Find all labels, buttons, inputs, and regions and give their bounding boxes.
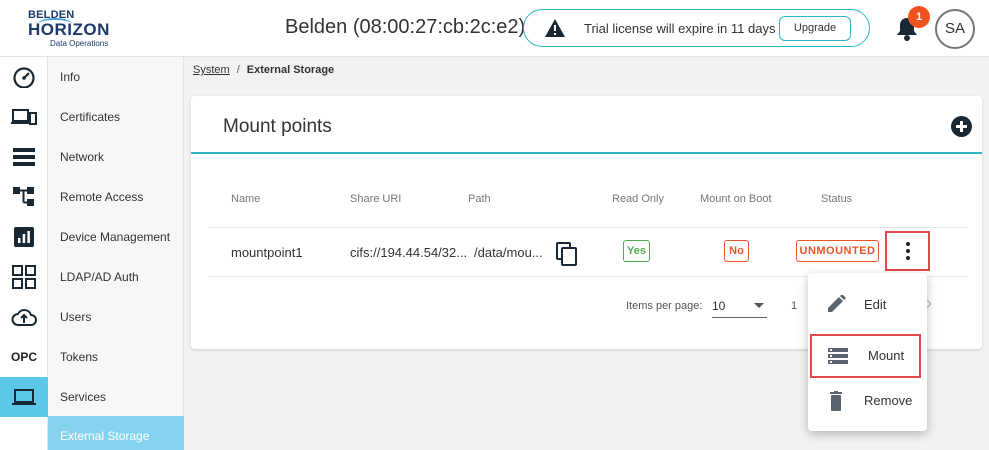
column-header-path[interactable]: Path [468,193,491,205]
cell-path: /data/mou... [474,245,543,260]
belden-horizon-logo[interactable]: BELDEN HORIZON Data Operations [28,8,148,48]
submenu-item-info[interactable]: Info [48,57,184,97]
next-page-chevron-icon[interactable]: › [926,294,936,312]
rail-item-system[interactable] [0,377,48,417]
laptop-icon [12,389,36,405]
top-header: BELDEN HORIZON Data Operations Belden (0… [0,0,989,57]
cell-share-uri: cifs://194.44.54/32... [350,245,468,260]
copy-icon[interactable] [556,242,578,266]
menu-item-remove-label: Remove [864,393,913,408]
cloud-upload-icon [11,309,37,326]
menu-item-remove[interactable]: Remove [808,379,927,423]
devices-icon [11,109,37,125]
trial-license-banner: Trial license will expire in 11 days Upg… [523,9,870,47]
speedometer-icon [13,67,35,88]
submenu-item-tokens[interactable]: Tokens [48,337,184,377]
server-icon [13,148,35,166]
hierarchy-icon [13,187,34,206]
pencil-icon [828,295,846,312]
device-title: Belden (08:00:27:cb:2c:e2) [285,16,526,38]
chevron-down-icon [754,303,764,308]
trial-message: Trial license will expire in 11 days [584,21,776,36]
breadcrumb: System / External Storage [193,64,334,76]
warning-icon [545,19,565,37]
menu-item-edit[interactable]: Edit [808,283,927,327]
column-header-name[interactable]: Name [231,193,260,205]
rail-item-servers[interactable] [0,137,48,177]
add-mount-point-button[interactable] [951,116,972,137]
mount-on-boot-badge: No [724,240,749,262]
items-per-page-value: 10 [712,299,726,313]
items-per-page-select[interactable]: 10 [712,294,767,318]
title-divider [191,152,982,154]
system-submenu: Info Certificates Network Remote Access … [48,57,184,450]
submenu-item-external-storage[interactable]: External Storage [48,416,184,450]
menu-item-mount[interactable]: Mount [810,334,921,378]
bar-chart-icon [14,227,34,247]
kebab-dot [906,256,910,260]
logo-line3: Data Operations [50,39,109,48]
upgrade-button[interactable]: Upgrade [779,16,851,41]
submenu-item-remote-access[interactable]: Remote Access [48,177,184,217]
rail-item-hierarchy[interactable] [0,177,48,217]
row-actions-menu: Edit Mount Remove [808,273,927,431]
breadcrumb-separator: / [236,64,240,76]
menu-item-edit-label: Edit [864,297,887,312]
rail-item-devices[interactable] [0,97,48,137]
submenu-item-users[interactable]: Users [48,297,184,337]
rail-item-apps[interactable] [0,257,48,297]
rail-item-analytics[interactable] [0,217,48,257]
submenu-item-services[interactable]: Services [48,377,184,417]
submenu-item-device-management[interactable]: Device Management [48,217,184,257]
rail-item-cloud[interactable] [0,297,48,337]
page-title: Mount points [223,116,332,137]
row-actions-button[interactable] [885,231,930,271]
kebab-dot [906,242,910,246]
logo-line2: HORIZON [28,20,110,39]
breadcrumb-current: External Storage [246,64,335,76]
submenu-item-network[interactable]: Network [48,137,184,177]
rail-item-opc[interactable]: OPC [0,337,48,377]
status-badge: UNMOUNTED [796,240,879,262]
opc-icon: OPC [10,350,37,364]
avatar[interactable]: SA [935,9,975,49]
apps-grid-icon [12,265,36,289]
notification-count-badge: 1 [908,6,930,28]
server-icon [828,348,848,364]
icon-rail: OPC [0,57,48,450]
breadcrumb-system-link[interactable]: System [193,64,230,76]
trash-icon [830,391,842,411]
column-header-read-only[interactable]: Read Only [612,193,664,205]
read-only-badge: Yes [623,240,650,262]
rail-item-dashboard[interactable] [0,57,48,97]
column-header-mount-on-boot[interactable]: Mount on Boot [700,193,772,205]
cell-name: mountpoint1 [231,245,303,260]
header-divider [208,227,967,228]
kebab-dot [906,249,910,253]
pagination-range: 1 [791,300,798,312]
submenu-item-certificates[interactable]: Certificates [48,97,184,137]
items-per-page-label: Items per page: [626,300,703,312]
submenu-item-ldap-ad-auth[interactable]: LDAP/AD Auth [48,257,184,297]
column-header-share-uri[interactable]: Share URI [350,193,401,205]
column-header-status[interactable]: Status [821,193,852,205]
menu-item-mount-label: Mount [868,348,905,363]
